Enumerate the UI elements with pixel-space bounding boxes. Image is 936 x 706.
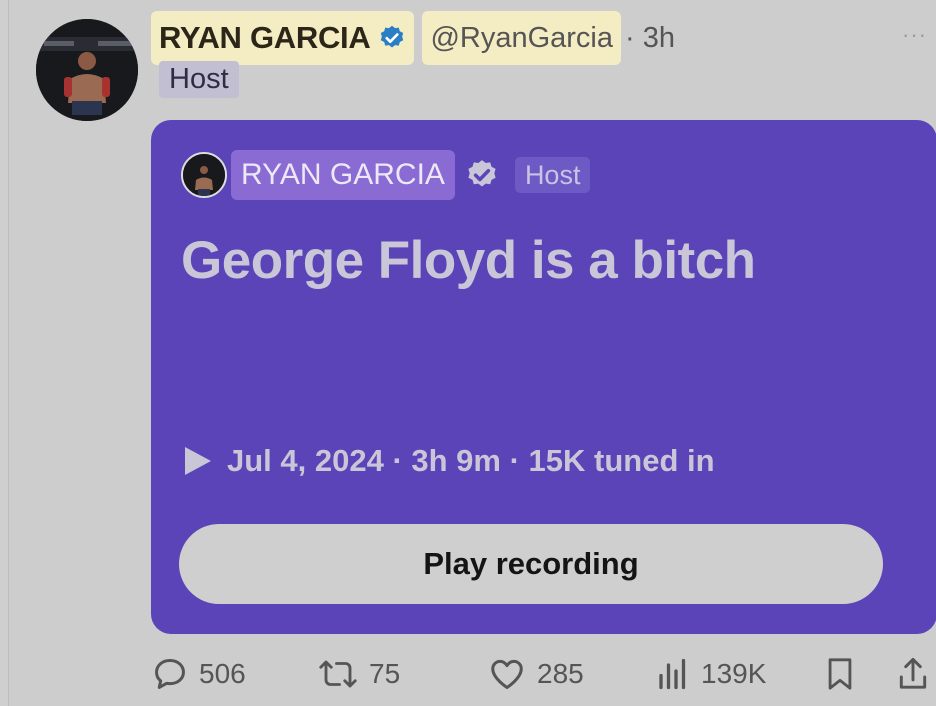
role-badge: Host — [159, 61, 239, 98]
bookmark-button[interactable] — [823, 648, 857, 700]
action-bar: 506 75 285 139K — [9, 648, 936, 700]
tweet-container: RYAN GARCIA @RyanGarcia · 3h ··· Host RY… — [8, 0, 936, 706]
timestamp[interactable]: · 3h — [625, 22, 675, 55]
reply-button[interactable]: 506 — [151, 648, 246, 700]
space-host-avatar[interactable] — [181, 152, 227, 198]
avatar-image — [36, 19, 138, 121]
heart-icon — [487, 655, 527, 693]
like-button[interactable]: 285 — [487, 648, 584, 700]
display-name[interactable]: RYAN GARCIA — [159, 20, 371, 56]
repost-arrows-icon — [317, 655, 359, 693]
more-options-icon[interactable]: ··· — [902, 22, 927, 48]
space-meta-text: Jul 4, 2024 · 3h 9m · 15K tuned in — [227, 443, 715, 478]
repost-count: 75 — [369, 658, 401, 689]
space-host-row: RYAN GARCIA Host — [181, 150, 591, 200]
space-host-badge: Host — [514, 157, 591, 193]
avatar[interactable] — [36, 19, 138, 121]
bookmark-icon — [823, 655, 857, 693]
views-button[interactable]: 139K — [655, 648, 766, 700]
like-count: 285 — [537, 658, 584, 689]
share-button[interactable] — [895, 648, 931, 700]
repost-button[interactable]: 75 — [317, 648, 400, 700]
space-meta: Jul 4, 2024 · 3h 9m · 15K tuned in — [183, 438, 715, 484]
space-card[interactable]: RYAN GARCIA Host George Floyd is a bitch… — [151, 120, 936, 634]
verified-badge-icon — [378, 24, 406, 52]
space-host-name-highlight[interactable]: RYAN GARCIA — [231, 150, 455, 200]
space-host-avatar-image — [183, 154, 225, 196]
tweet-header: RYAN GARCIA @RyanGarcia · 3h — [151, 10, 675, 66]
reply-bubble-icon — [151, 655, 189, 693]
space-verified-icon — [465, 158, 499, 192]
space-title: George Floyd is a bitch — [181, 231, 756, 290]
reply-count: 506 — [199, 658, 246, 689]
play-triangle-icon — [183, 445, 213, 477]
views-count: 139K — [701, 658, 767, 689]
display-name-highlight[interactable]: RYAN GARCIA — [151, 11, 415, 65]
play-recording-button[interactable]: Play recording — [179, 524, 883, 604]
share-icon — [895, 655, 931, 693]
space-host-name[interactable]: RYAN GARCIA — [241, 158, 445, 192]
views-bar-icon — [655, 655, 691, 693]
handle[interactable]: @RyanGarcia — [430, 22, 613, 55]
handle-highlight[interactable]: @RyanGarcia — [422, 11, 621, 65]
